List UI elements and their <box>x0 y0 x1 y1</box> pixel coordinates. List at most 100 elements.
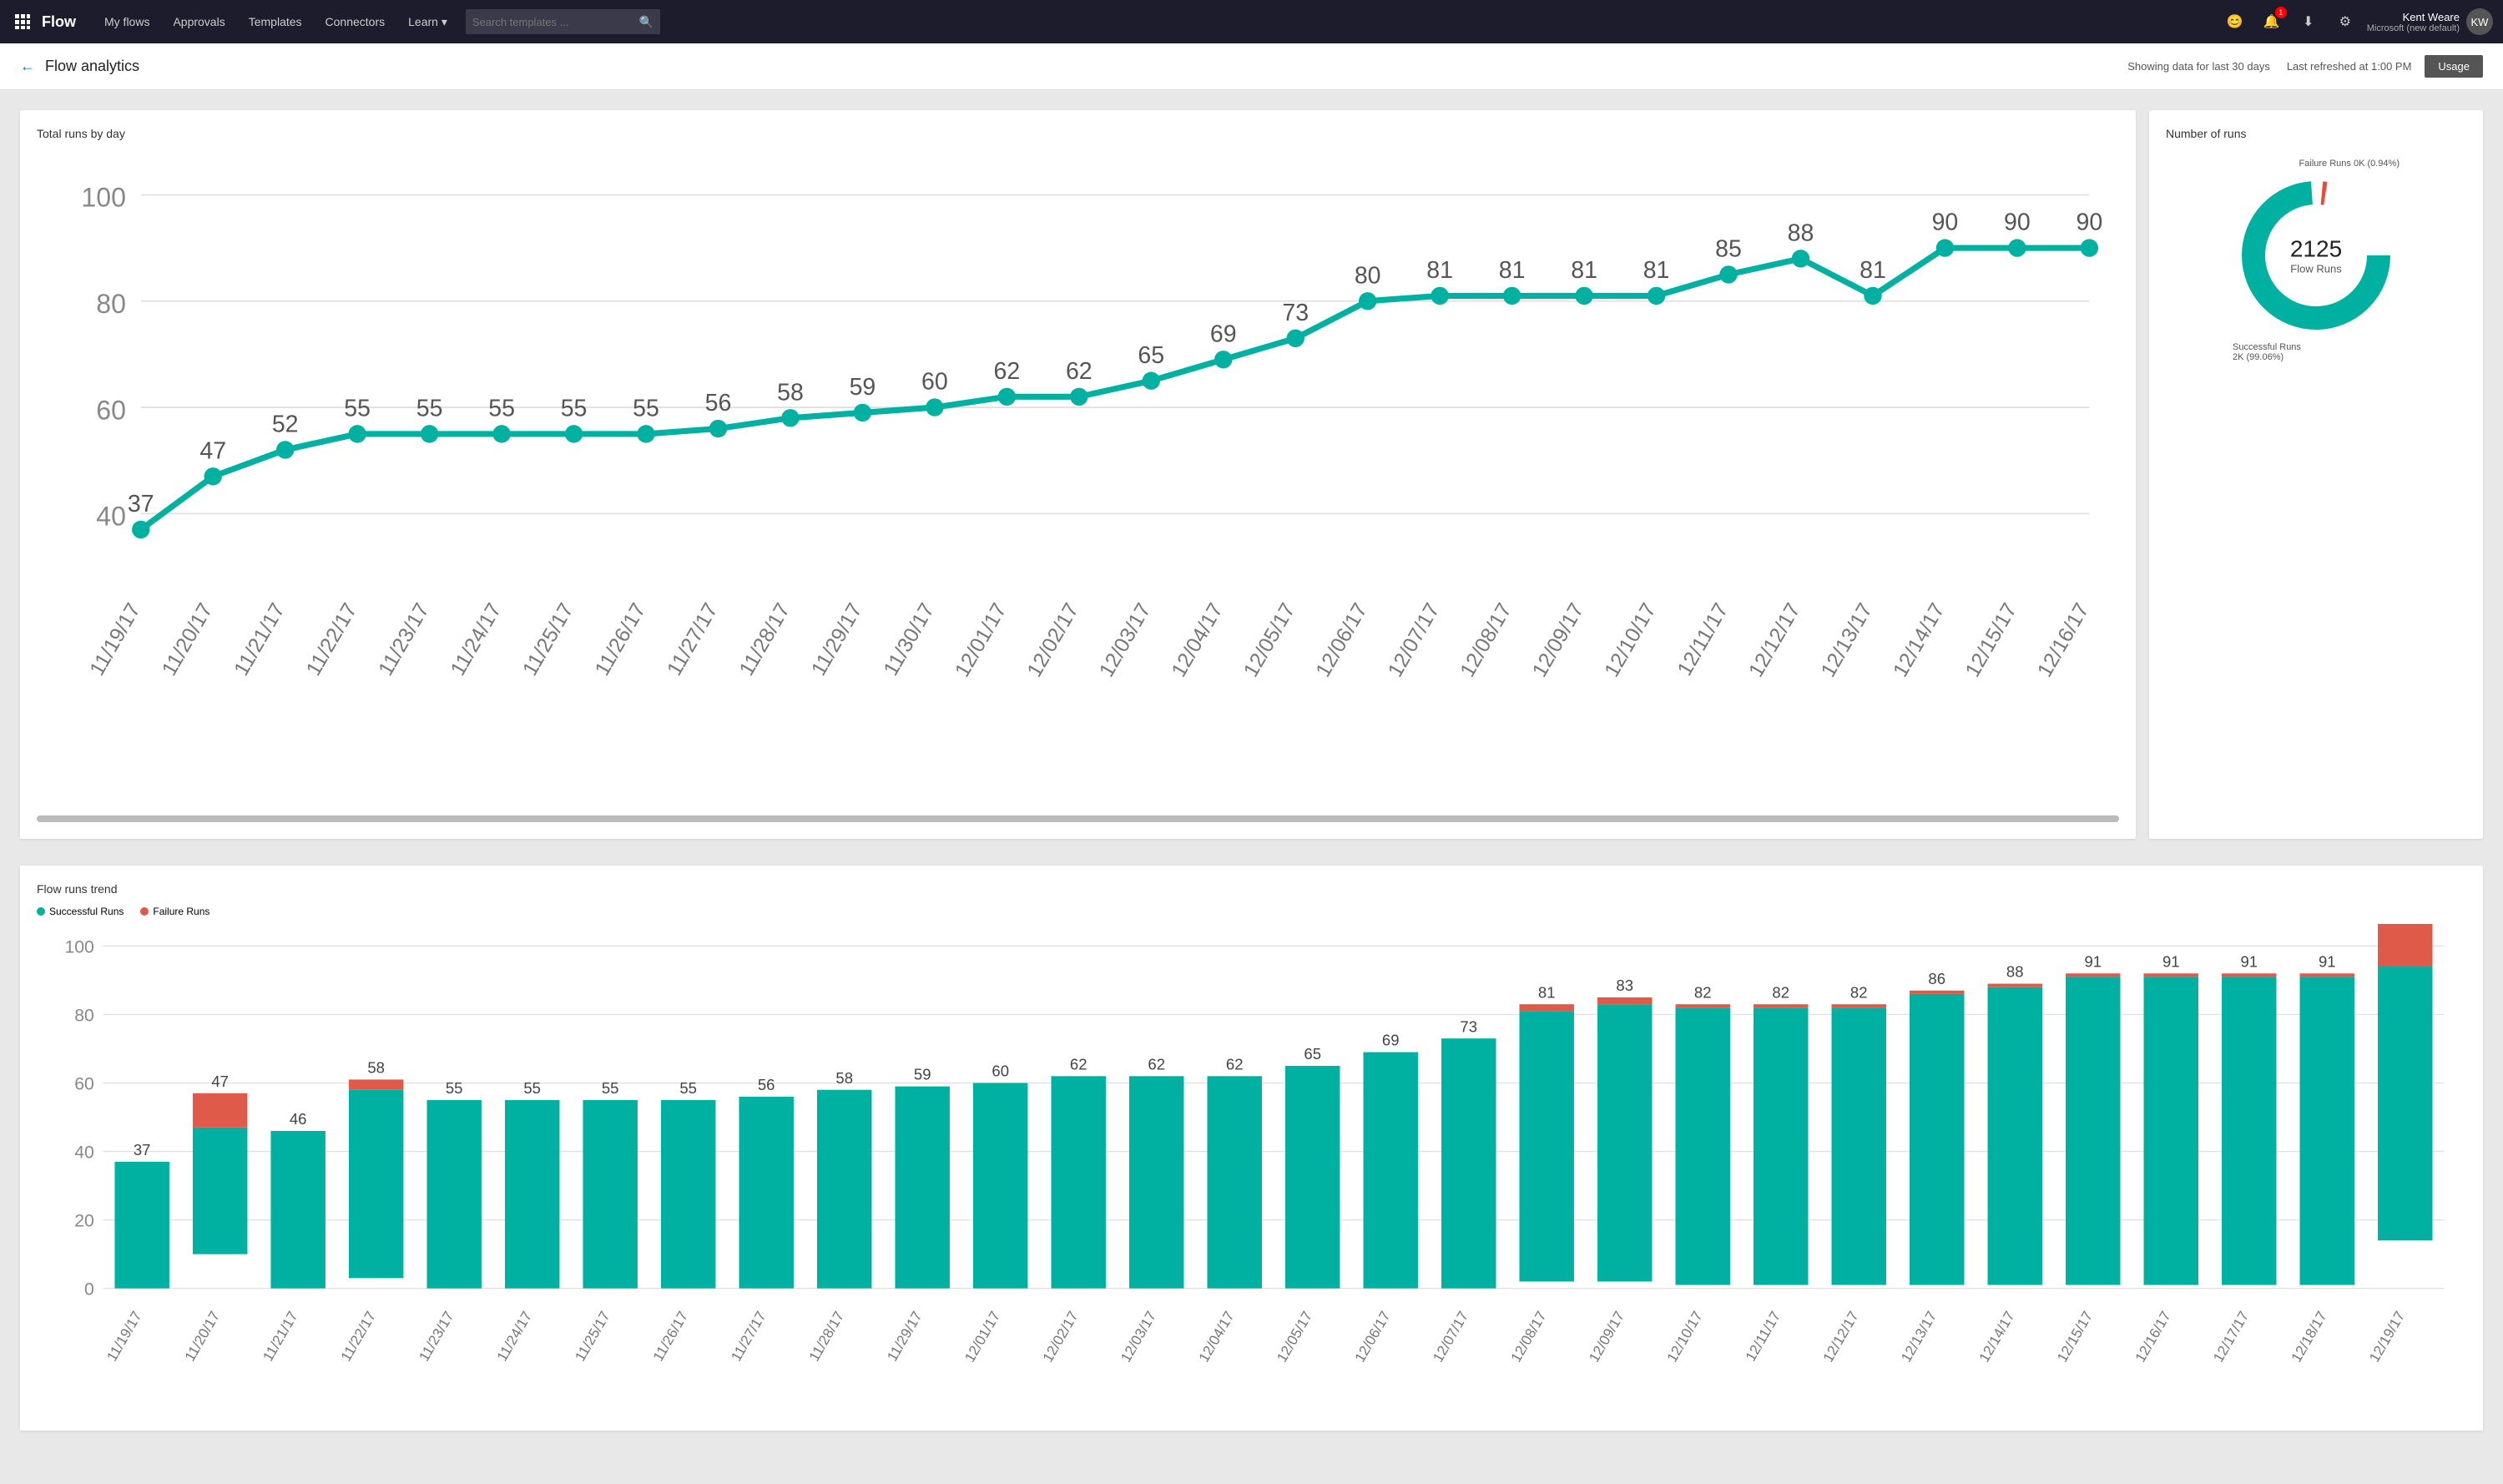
svg-text:80: 80 <box>74 1007 94 1026</box>
svg-text:11/25/17: 11/25/17 <box>518 599 578 679</box>
svg-text:11/23/17: 11/23/17 <box>374 599 434 679</box>
svg-text:11/28/17: 11/28/17 <box>805 1309 847 1365</box>
nav-action-icons: 😊 🔔 1 ⬇ ⚙ <box>2223 10 2357 33</box>
notifications-icon[interactable]: 🔔 1 <box>2260 10 2283 33</box>
user-avatar[interactable]: KW <box>2466 8 2493 35</box>
nav-templates[interactable]: Templates <box>237 0 314 43</box>
search-bar[interactable]: 🔍 <box>466 9 660 34</box>
svg-text:11/29/17: 11/29/17 <box>884 1309 926 1365</box>
chart-scrollbar[interactable] <box>37 815 2119 822</box>
svg-text:12/10/17: 12/10/17 <box>1600 599 1661 681</box>
svg-text:91: 91 <box>2240 952 2258 970</box>
svg-text:60: 60 <box>96 395 126 425</box>
svg-text:55: 55 <box>633 395 659 421</box>
donut-flow-runs-label: Flow Runs <box>2290 263 2342 275</box>
nav-connectors[interactable]: Connectors <box>314 0 397 43</box>
svg-text:56: 56 <box>705 390 732 416</box>
svg-text:12/10/17: 12/10/17 <box>1663 1309 1706 1365</box>
svg-text:40: 40 <box>74 1143 94 1163</box>
grid-menu-icon[interactable] <box>10 9 35 34</box>
svg-text:12/18/17: 12/18/17 <box>2288 1309 2330 1365</box>
svg-text:12/01/17: 12/01/17 <box>961 1309 1003 1365</box>
usage-button[interactable]: Usage <box>2425 55 2483 78</box>
svg-text:82: 82 <box>1850 983 1868 1001</box>
svg-text:58: 58 <box>777 379 804 406</box>
svg-text:12/14/17: 12/14/17 <box>1976 1309 2018 1365</box>
svg-text:11/20/17: 11/20/17 <box>181 1309 223 1365</box>
svg-text:46: 46 <box>290 1110 307 1128</box>
nav-my-flows[interactable]: My flows <box>93 0 161 43</box>
svg-text:12/12/17: 12/12/17 <box>1744 599 1805 681</box>
svg-text:90: 90 <box>2077 209 2103 236</box>
svg-text:12/06/17: 12/06/17 <box>1351 1309 1394 1365</box>
svg-text:12/05/17: 12/05/17 <box>1239 599 1300 681</box>
user-menu[interactable]: Kent Weare Microsoft (new default) KW <box>2357 8 2493 35</box>
legend-failure: Failure Runs <box>140 906 209 917</box>
svg-text:56: 56 <box>758 1076 775 1093</box>
svg-text:69: 69 <box>1382 1032 1400 1049</box>
back-button[interactable]: ← <box>20 58 35 75</box>
nav-learn[interactable]: Learn ▾ <box>396 0 459 43</box>
svg-text:58: 58 <box>367 1059 385 1077</box>
success-detail-text: 2K (99.06%) <box>2233 352 2283 362</box>
legend-success-label: Successful Runs <box>49 906 124 917</box>
svg-text:12/07/17: 12/07/17 <box>1384 599 1445 681</box>
svg-text:0: 0 <box>84 1280 94 1300</box>
svg-text:62: 62 <box>1070 1056 1087 1073</box>
svg-text:47: 47 <box>199 437 226 464</box>
svg-text:85: 85 <box>1715 236 1742 263</box>
svg-text:55: 55 <box>488 395 515 421</box>
svg-text:11/19/17: 11/19/17 <box>103 1309 144 1365</box>
svg-text:11/26/17: 11/26/17 <box>649 1309 691 1365</box>
bar-chart-legend: Successful Runs Failure Runs <box>37 906 2466 917</box>
svg-text:12/16/17: 12/16/17 <box>2033 599 2094 681</box>
svg-text:12/08/17: 12/08/17 <box>1507 1309 1550 1365</box>
svg-text:12/15/17: 12/15/17 <box>1961 599 2021 681</box>
svg-text:55: 55 <box>344 395 371 421</box>
svg-text:40: 40 <box>96 502 126 532</box>
svg-text:11/23/17: 11/23/17 <box>416 1309 457 1365</box>
svg-text:11/21/17: 11/21/17 <box>260 1309 301 1365</box>
svg-text:11/27/17: 11/27/17 <box>663 599 723 679</box>
svg-text:58: 58 <box>835 1069 853 1087</box>
brand-logo[interactable]: Flow <box>42 13 76 31</box>
svg-text:11/21/17: 11/21/17 <box>230 599 290 679</box>
user-name: Kent Weare <box>2367 11 2460 23</box>
svg-text:12/04/17: 12/04/17 <box>1195 1309 1238 1365</box>
legend-failure-dot <box>140 907 149 916</box>
total-runs-card: Total runs by day 1008060403711/19/17471… <box>20 110 2136 839</box>
main-content: Total runs by day 1008060403711/19/17471… <box>0 90 2503 1464</box>
number-of-runs-title: Number of runs <box>2166 127 2466 140</box>
svg-text:12/12/17: 12/12/17 <box>1819 1309 1862 1365</box>
svg-text:82: 82 <box>1772 983 1789 1001</box>
success-label-text: Successful Runs <box>2233 342 2301 352</box>
bar-chart-svg: 0204060801003711/19/174711/20/174611/21/… <box>37 924 2466 1410</box>
svg-text:11/30/17: 11/30/17 <box>879 599 939 679</box>
scrollbar-thumb <box>37 815 2119 822</box>
svg-text:100: 100 <box>65 938 94 957</box>
svg-text:62: 62 <box>1148 1056 1165 1073</box>
feedback-icon[interactable]: 😊 <box>2223 10 2247 33</box>
svg-text:12/03/17: 12/03/17 <box>1117 1309 1159 1365</box>
svg-text:62: 62 <box>1226 1056 1244 1073</box>
data-range-info: Showing data for last 30 days <box>2127 60 2270 73</box>
top-charts-row: Total runs by day 1008060403711/19/17471… <box>20 110 2483 852</box>
svg-text:55: 55 <box>416 395 443 421</box>
svg-text:12/17/17: 12/17/17 <box>2209 1309 2252 1365</box>
flow-trend-title: Flow runs trend <box>37 882 2466 896</box>
legend-failure-label: Failure Runs <box>153 906 209 917</box>
settings-icon[interactable]: ⚙ <box>2334 10 2357 33</box>
svg-text:11/20/17: 11/20/17 <box>158 599 218 679</box>
refresh-info: Last refreshed at 1:00 PM <box>2287 60 2412 73</box>
download-icon[interactable]: ⬇ <box>2297 10 2320 33</box>
line-chart: 1008060403711/19/174711/20/175211/21/175… <box>37 150 2119 822</box>
search-input[interactable] <box>472 16 639 28</box>
svg-text:55: 55 <box>523 1079 541 1097</box>
svg-text:91: 91 <box>2162 952 2180 970</box>
svg-text:12/13/17: 12/13/17 <box>1897 1309 1940 1365</box>
svg-text:12/16/17: 12/16/17 <box>2132 1309 2174 1365</box>
svg-text:37: 37 <box>128 491 154 517</box>
top-navigation: Flow My flows Approvals Templates Connec… <box>0 0 2503 43</box>
nav-approvals[interactable]: Approvals <box>161 0 236 43</box>
svg-text:55: 55 <box>561 395 588 421</box>
